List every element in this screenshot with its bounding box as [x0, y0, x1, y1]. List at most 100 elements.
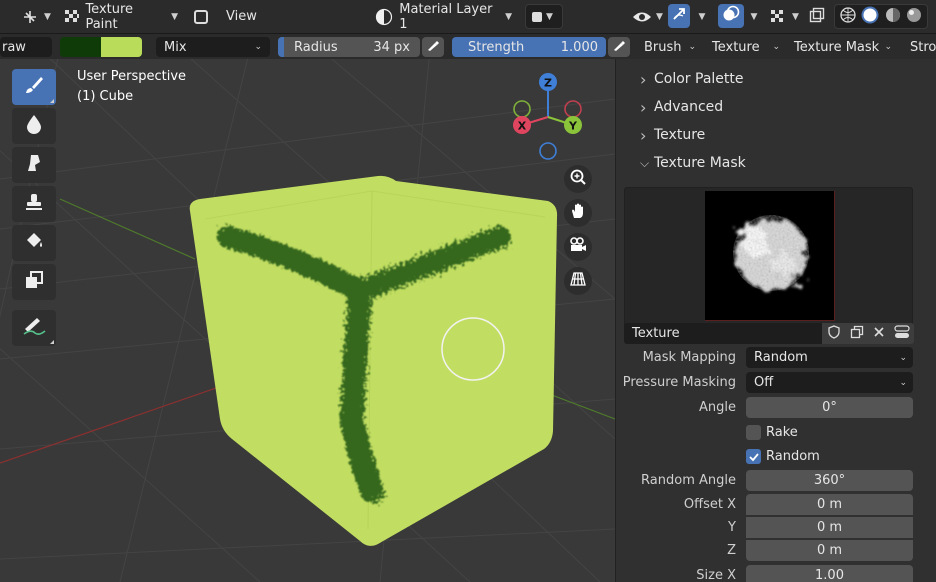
smear-tool-button[interactable] [12, 147, 56, 183]
texture-overlay-dropdown[interactable]: ▼ [762, 4, 805, 29]
pan-button[interactable] [564, 199, 592, 227]
primary-color-swatch[interactable] [101, 37, 142, 57]
pressure-masking-dropdown[interactable]: Off ⌄ [746, 372, 913, 393]
paint-bucket-icon [23, 230, 45, 256]
editor-type-button[interactable]: ▼ [14, 4, 57, 29]
material-slot-selector[interactable]: Material Layer 1 ▼ [368, 1, 518, 32]
overlay-circles-icon [722, 5, 740, 27]
draw-tool-button[interactable] [12, 69, 56, 105]
offset-z-value: 0 m [816, 543, 843, 558]
overlays-toggle-button[interactable] [718, 4, 744, 28]
neg-y-handle[interactable] [513, 100, 531, 118]
wireframe-shading-button[interactable] [839, 6, 857, 28]
chevron-down-icon: ▼ [171, 11, 178, 22]
view-menu-label: View [226, 9, 257, 24]
section-header-color-palette[interactable]: › Color Palette [640, 69, 744, 89]
annotate-tool-button[interactable] [12, 310, 56, 346]
drop-icon [24, 113, 44, 139]
gizmo-dropdown[interactable]: ▼ [694, 4, 710, 29]
texture-preview-image [705, 191, 835, 321]
chevron-right-icon: › [640, 97, 647, 117]
navigation-gizmo[interactable]: Z X Y [505, 69, 595, 164]
offset-z-label: Z [727, 543, 736, 558]
section-header-texture-mask[interactable]: ⌵ Texture Mask [640, 153, 746, 173]
material-slot-label: Material Layer 1 [399, 1, 493, 32]
duplicate-icon[interactable] [850, 325, 864, 343]
close-icon[interactable] [873, 326, 885, 342]
neg-z-handle[interactable] [539, 142, 557, 160]
offset-z-field[interactable]: 0 m [746, 540, 913, 561]
toggle-overlay-square-button[interactable] [190, 4, 212, 29]
mask-tool-button[interactable] [12, 264, 56, 300]
section-label: Texture [654, 127, 706, 143]
view-menu[interactable]: View [220, 4, 263, 29]
radius-pressure-button[interactable] [422, 37, 444, 57]
chevron-down-icon: ▼ [505, 11, 512, 22]
texture-mask-preview-box[interactable] [624, 187, 913, 343]
texture-menu[interactable]: Texture ⌄ [708, 37, 784, 57]
chevron-down-icon: ⌄ [688, 42, 696, 52]
brush-menu[interactable]: Brush ⌄ [640, 37, 700, 57]
material-preview-shading-button[interactable] [884, 6, 902, 28]
random-angle-row: Random Angle 360° [616, 470, 936, 492]
mode-selector[interactable]: Texture Paint ▼ [56, 1, 184, 32]
blend-mode-label: Mix [164, 39, 187, 55]
size-x-field[interactable]: 1.00 [746, 565, 913, 582]
angle-value: 0° [822, 400, 837, 415]
pressure-masking-value: Off [754, 375, 774, 390]
clone-tool-button[interactable] [12, 186, 56, 222]
tool-name-field[interactable]: raw [0, 37, 52, 57]
strength-pressure-button[interactable] [608, 37, 630, 57]
tool-submenu-indicator [50, 340, 54, 344]
size-x-row: Size X 1.00 [616, 565, 936, 582]
slot-options-dropdown[interactable]: ▼ [525, 4, 563, 29]
stroke-menu[interactable]: Stro [906, 37, 936, 57]
chevron-down-icon: ▼ [750, 11, 758, 22]
rake-checkbox[interactable] [746, 425, 761, 440]
chevron-down-icon: ⌄ [899, 377, 907, 388]
visibility-dropdown[interactable]: ▼ [626, 4, 669, 29]
rendered-shading-button[interactable] [905, 6, 923, 28]
solid-shading-button[interactable] [860, 5, 880, 29]
angle-field[interactable]: 0° [746, 397, 913, 418]
viewport-header: ▼ Texture Paint ▼ View Material Layer 1 … [0, 0, 936, 33]
xray-toggle-button[interactable] [806, 4, 828, 29]
chevron-down-icon: ⌄ [899, 352, 907, 363]
mode-label: Texture Paint [85, 1, 134, 32]
texture-name-field[interactable]: Texture [624, 323, 822, 344]
dot-icon [532, 11, 542, 22]
section-header-texture[interactable]: › Texture [640, 125, 705, 145]
radius-label: Radius [294, 39, 338, 55]
fake-user-shield-icon[interactable] [827, 324, 841, 343]
gizmo-arrow-icon [671, 6, 687, 26]
chevron-down-icon: ▼ [656, 11, 663, 22]
overlays-dropdown[interactable]: ▼ [746, 4, 762, 29]
secondary-color-swatch[interactable] [60, 37, 101, 57]
mask-mapping-dropdown[interactable]: Random ⌄ [746, 347, 913, 368]
toggle-switch-icon[interactable] [893, 324, 910, 343]
chevron-right-icon: › [640, 125, 647, 145]
strength-slider[interactable]: Strength 1.000 [452, 37, 606, 57]
random-checkbox[interactable] [746, 449, 761, 464]
soften-tool-button[interactable] [12, 108, 56, 144]
zoom-button[interactable] [564, 165, 592, 193]
fill-tool-button[interactable] [12, 225, 56, 261]
camera-view-button[interactable] [564, 233, 592, 261]
offset-x-field[interactable]: 0 m [746, 494, 913, 515]
gizmo-toggle-button[interactable] [668, 4, 690, 28]
strength-value: 1.000 [560, 39, 598, 55]
section-header-advanced[interactable]: › Advanced [640, 97, 723, 117]
texture-mask-menu[interactable]: Texture Mask ⌄ [790, 37, 896, 57]
annotate-pen-icon [21, 315, 47, 341]
y-axis-label: Y [568, 120, 578, 133]
blend-mode-dropdown[interactable]: Mix ⌄ [156, 37, 270, 57]
offset-y-field[interactable]: 0 m [746, 517, 913, 538]
radius-slider[interactable]: Radius 34 px [278, 37, 420, 57]
tool-submenu-indicator [50, 99, 54, 103]
object-name-text: (1) Cube [77, 89, 134, 104]
random-angle-field[interactable]: 360° [746, 470, 913, 491]
material-sphere-icon [374, 7, 393, 27]
3d-viewport[interactable]: User Perspective (1) Cube Z X Y [0, 59, 615, 582]
neg-x-handle[interactable] [564, 100, 582, 118]
perspective-toggle-button[interactable] [564, 267, 592, 295]
